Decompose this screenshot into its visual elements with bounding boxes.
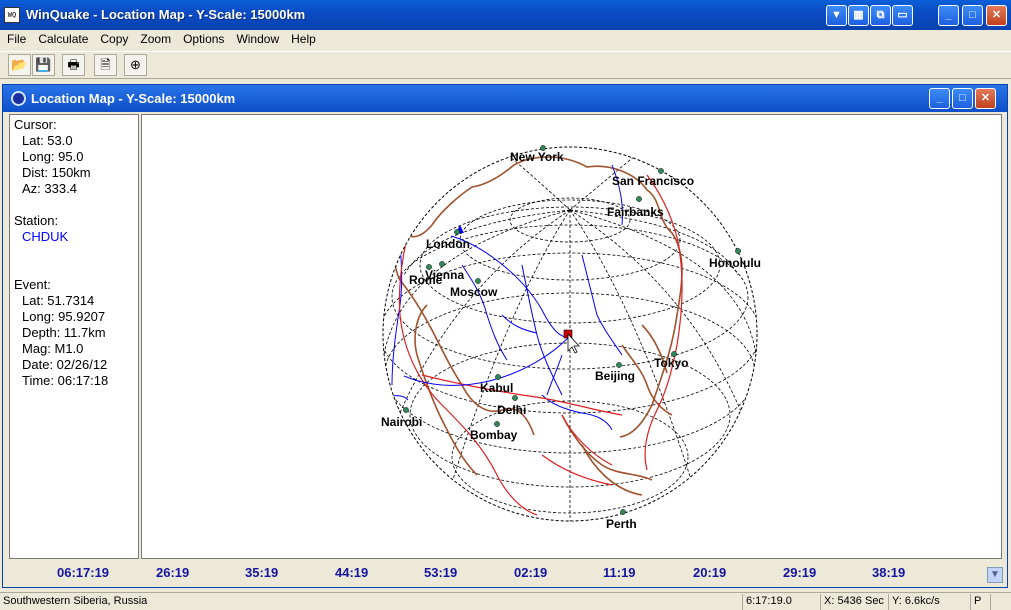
- title-bar[interactable]: WQ WinQuake - Location Map - Y-Scale: 15…: [0, 0, 1011, 30]
- time-label-3: 44:19: [335, 565, 369, 580]
- event-time: Time: 06:17:18: [22, 373, 109, 388]
- time-label-1: 26:19: [156, 565, 190, 580]
- city-fairbanks[interactable]: Fairbanks: [607, 205, 664, 219]
- child-window-title: Location Map - Y-Scale: 15000km: [31, 91, 236, 106]
- city-san-francisco[interactable]: San Francisco: [612, 174, 694, 188]
- cursor-long: Long: 95.0: [22, 149, 84, 164]
- time-label-9: 38:19: [872, 565, 906, 580]
- status-p: P: [970, 594, 990, 610]
- map-panel[interactable]: New York San Francisco Fairbanks London …: [141, 114, 1002, 559]
- city-dot-london[interactable]: [454, 229, 460, 235]
- city-dot-vienna[interactable]: [439, 261, 445, 267]
- city-new-york[interactable]: New York: [510, 150, 564, 164]
- time-label-5: 02:19: [514, 565, 548, 580]
- status-empty: [990, 594, 1011, 610]
- child-title-bar[interactable]: Location Map - Y-Scale: 15000km _ □ ✕: [3, 85, 1007, 112]
- menu-help[interactable]: Help: [284, 30, 321, 46]
- event-lat: Lat: 51.7314: [22, 293, 95, 308]
- info-panel: Cursor: Lat: 53.0 Long: 95.0 Dist: 150km…: [9, 114, 139, 559]
- child-maximize-button[interactable]: □: [952, 88, 973, 109]
- city-honolulu[interactable]: Honolulu: [709, 256, 761, 270]
- status-x: X: 5436 Sec: [820, 594, 888, 610]
- globe-icon: [11, 91, 26, 106]
- menu-zoom[interactable]: Zoom: [133, 30, 176, 46]
- menu-calculate[interactable]: Calculate: [31, 30, 93, 46]
- menu-options[interactable]: Options: [176, 30, 229, 46]
- time-label-0: 06:17:19: [57, 565, 110, 580]
- crosshair-icon[interactable]: ⊕: [124, 54, 147, 76]
- city-dot-nairobi[interactable]: [403, 407, 409, 413]
- city-dot-moscow[interactable]: [475, 278, 481, 284]
- child-minimize-button[interactable]: _: [929, 88, 950, 109]
- city-kabul[interactable]: Kabul: [480, 381, 513, 395]
- globe-map[interactable]: New York San Francisco Fairbanks London …: [142, 115, 1001, 558]
- city-dot-kabul[interactable]: [495, 374, 501, 380]
- restore-tray-icon[interactable]: ⧉: [870, 5, 891, 26]
- menu-window[interactable]: Window: [229, 30, 284, 46]
- city-moscow[interactable]: Moscow: [450, 285, 498, 299]
- status-bar: Southwestern Siberia, Russia 6:17:19.0 X…: [0, 592, 1011, 610]
- open-folder-icon[interactable]: 📂: [8, 54, 31, 76]
- event-depth: Depth: 11.7km: [22, 325, 106, 340]
- menu-copy[interactable]: Copy: [93, 30, 133, 46]
- city-nairobi[interactable]: Nairobi: [381, 415, 422, 429]
- minimize-button[interactable]: _: [938, 5, 959, 26]
- event-long: Long: 95.9207: [22, 309, 106, 324]
- cursor-dist: Dist: 150km: [22, 165, 91, 180]
- window-title: WinQuake - Location Map - Y-Scale: 15000…: [26, 7, 306, 22]
- city-dot-beijing[interactable]: [616, 362, 622, 368]
- ray-path-2: [403, 335, 571, 386]
- save-icon[interactable]: 💾: [32, 54, 55, 76]
- tile-icon[interactable]: ▭: [892, 5, 913, 26]
- winquake-app: WQ WinQuake - Location Map - Y-Scale: 15…: [0, 0, 1011, 610]
- cursor-lat: Lat: 53.0: [22, 133, 73, 148]
- app-icon[interactable]: WQ: [4, 7, 20, 23]
- time-label-2: 35:19: [245, 565, 279, 580]
- station-name: CHDUK: [22, 229, 69, 244]
- city-beijing[interactable]: Beijing: [595, 369, 635, 383]
- city-dot-delhi[interactable]: [512, 395, 518, 401]
- toolbar: 📂 💾 🖶 🗎 ⊕: [0, 51, 1011, 79]
- cursor-az: Az: 333.4: [22, 181, 77, 196]
- roll-down-icon[interactable]: ▼: [826, 5, 847, 26]
- city-bombay[interactable]: Bombay: [470, 428, 518, 442]
- status-time: 6:17:19.0: [742, 594, 820, 610]
- time-label-7: 20:19: [693, 565, 727, 580]
- time-label-4: 53:19: [424, 565, 458, 580]
- city-rome[interactable]: Rome: [409, 273, 443, 287]
- status-y: Y: 6.6kc/s: [888, 594, 970, 610]
- event-label: Event:: [14, 277, 51, 292]
- city-dot-san-francisco[interactable]: [658, 168, 664, 174]
- menu-bar: File Calculate Copy Zoom Options Window Help: [0, 30, 1011, 49]
- city-dot-perth[interactable]: [620, 509, 626, 515]
- event-date: Date: 02/26/12: [22, 357, 108, 372]
- city-delhi[interactable]: Delhi: [497, 403, 526, 417]
- station-label: Station:: [14, 213, 59, 228]
- scroll-down-button[interactable]: ▼: [987, 567, 1003, 583]
- cursor-label: Cursor:: [14, 117, 57, 132]
- timeline-bar[interactable]: 06:17:19 26:19 35:19 44:19 53:19 02:19 1…: [9, 562, 1002, 584]
- city-dot-fairbanks[interactable]: [636, 196, 642, 202]
- print-icon[interactable]: 🖶: [62, 54, 85, 76]
- location-map-window: Location Map - Y-Scale: 15000km _ □ ✕ Cu…: [2, 84, 1008, 588]
- child-close-button[interactable]: ✕: [975, 88, 996, 109]
- city-dot-honolulu[interactable]: [735, 248, 741, 254]
- city-london[interactable]: London: [426, 237, 470, 251]
- event-mag: Mag: M1.0: [22, 341, 84, 356]
- city-perth[interactable]: Perth: [606, 517, 637, 531]
- maximize-button[interactable]: □: [962, 5, 983, 26]
- time-label-8: 29:19: [783, 565, 817, 580]
- menu-file[interactable]: File: [0, 30, 31, 46]
- checker-icon[interactable]: ▦: [848, 5, 869, 26]
- city-dot-rome[interactable]: [426, 264, 432, 270]
- close-button[interactable]: ✕: [986, 5, 1007, 26]
- page-icon[interactable]: 🗎: [94, 54, 117, 76]
- status-region: Southwestern Siberia, Russia: [3, 595, 148, 607]
- time-label-6: 11:19: [603, 565, 636, 580]
- city-tokyo[interactable]: Tokyo: [654, 356, 688, 370]
- city-dot-bombay[interactable]: [494, 421, 500, 427]
